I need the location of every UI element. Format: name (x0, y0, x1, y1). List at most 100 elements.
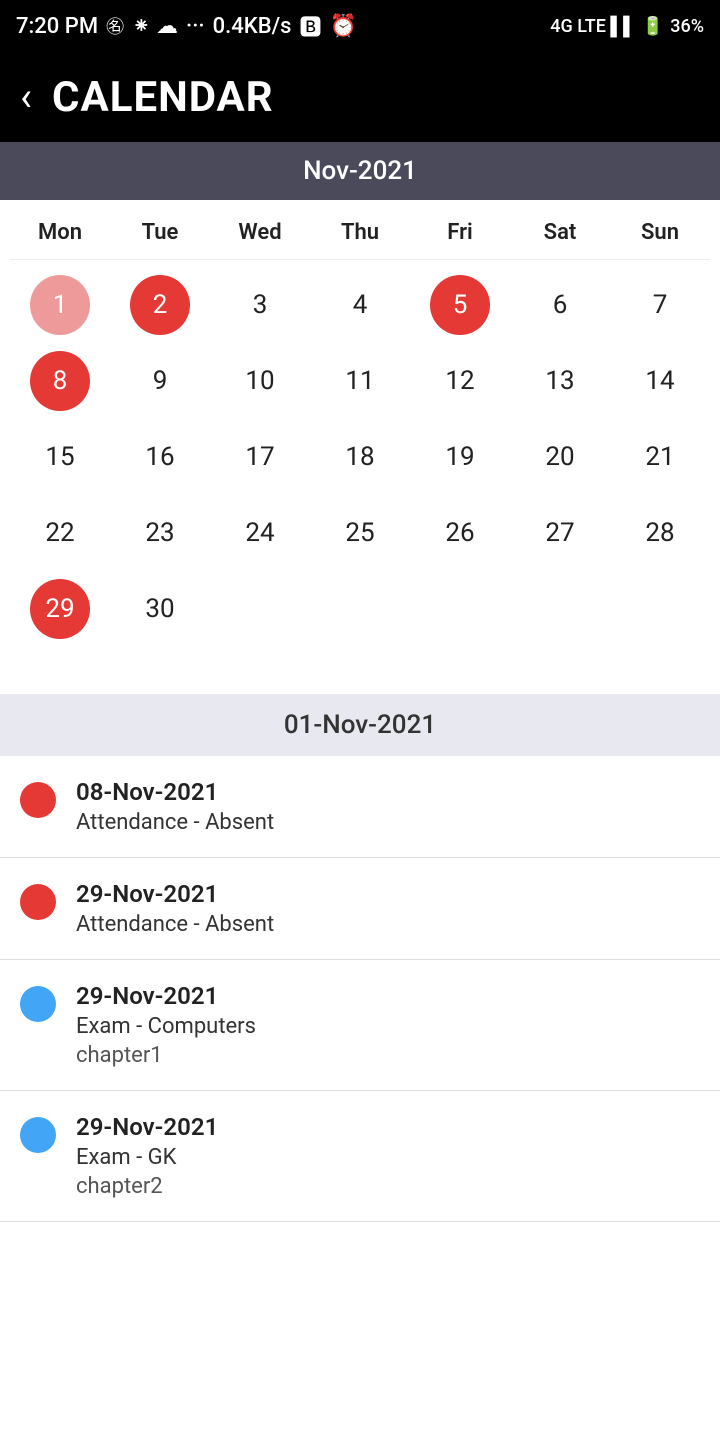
day-number: 12 (430, 351, 490, 411)
day-number: 9 (130, 351, 190, 411)
event-dot (20, 884, 56, 920)
network-icons: 4G LTE ▌▌ (550, 16, 636, 37)
speed-indicator: 0.4KB/s (213, 14, 292, 39)
calendar: MonTueWedThuFriSatSun 123456789101112131… (0, 200, 720, 664)
event-dot (20, 1117, 56, 1153)
status-left: 7:20 PM ㊔ ⁕ ☁ ··· 0.4KB/s 🅱 ⏰ (16, 10, 357, 42)
event-item[interactable]: 08-Nov-2021 Attendance - Absent (0, 756, 720, 858)
calendar-day[interactable]: 1 (10, 270, 110, 340)
calendar-day[interactable]: 7 (610, 270, 710, 340)
weekday-label: Tue (110, 214, 210, 251)
day-number: 14 (630, 351, 690, 411)
event-item[interactable]: 29-Nov-2021 Exam - Computers chapter1 (0, 960, 720, 1091)
event-dot (20, 986, 56, 1022)
calendar-day[interactable]: 26 (410, 498, 510, 568)
page-title: CALENDAR (52, 73, 274, 122)
day-number: 3 (230, 275, 290, 335)
event-content: 29-Nov-2021 Exam - GK chapter2 (76, 1113, 700, 1199)
day-number: 29 (30, 579, 90, 639)
event-item[interactable]: 29-Nov-2021 Attendance - Absent (0, 858, 720, 960)
calendar-day[interactable]: 8 (10, 346, 110, 416)
calendar-day[interactable]: 15 (10, 422, 110, 492)
calendar-day[interactable]: 9 (110, 346, 210, 416)
weekday-label: Sat (510, 214, 610, 251)
day-number: 1 (30, 275, 90, 335)
day-number: 24 (230, 503, 290, 563)
day-number: 25 (330, 503, 390, 563)
day-number: 22 (30, 503, 90, 563)
calendar-day[interactable]: 28 (610, 498, 710, 568)
calendar-day[interactable]: 22 (10, 498, 110, 568)
calendar-day[interactable]: 14 (610, 346, 710, 416)
day-number: 16 (130, 427, 190, 487)
alarm-icon: ⏰ (330, 14, 357, 39)
app-header: ‹ CALENDAR (0, 52, 720, 142)
event-item[interactable]: 29-Nov-2021 Exam - GK chapter2 (0, 1091, 720, 1222)
back-button[interactable]: ‹ (20, 77, 32, 117)
calendar-day[interactable]: 21 (610, 422, 710, 492)
day-number: 19 (430, 427, 490, 487)
signal-icons: ⁕ ☁ (132, 14, 178, 39)
day-number: 30 (130, 579, 190, 639)
events-date-header: 01-Nov-2021 (0, 694, 720, 756)
day-number: 18 (330, 427, 390, 487)
calendar-day[interactable]: 10 (210, 346, 310, 416)
event-dot (20, 782, 56, 818)
day-number: 13 (530, 351, 590, 411)
dots-icon: ··· (186, 14, 205, 39)
calendar-day[interactable]: 23 (110, 498, 210, 568)
event-content: 29-Nov-2021 Attendance - Absent (76, 880, 700, 937)
event-content: 08-Nov-2021 Attendance - Absent (76, 778, 700, 835)
day-number: 21 (630, 427, 690, 487)
calendar-day[interactable]: 27 (510, 498, 610, 568)
day-number: 27 (530, 503, 590, 563)
calendar-day[interactable]: 17 (210, 422, 310, 492)
calendar-day[interactable]: 30 (110, 574, 210, 644)
calendar-weekdays: MonTueWedThuFriSatSun (10, 200, 710, 260)
calendar-day[interactable]: 11 (310, 346, 410, 416)
calendar-day[interactable]: 3 (210, 270, 310, 340)
event-description: Attendance - Absent (76, 912, 700, 937)
day-number: 4 (330, 275, 390, 335)
event-date: 29-Nov-2021 (76, 982, 700, 1010)
event-description: Exam - Computers (76, 1014, 700, 1039)
calendar-day[interactable]: 20 (510, 422, 610, 492)
weekday-label: Thu (310, 214, 410, 251)
month-header: Nov-2021 (0, 142, 720, 200)
calendar-day[interactable]: 16 (110, 422, 210, 492)
calendar-day[interactable]: 12 (410, 346, 510, 416)
battery-icon: 🔋 (642, 16, 664, 37)
calendar-grid: 1234567891011121314151617181920212223242… (10, 260, 710, 644)
calendar-day[interactable]: 29 (10, 574, 110, 644)
battery-percent: 36% (670, 16, 704, 37)
calendar-day[interactable]: 25 (310, 498, 410, 568)
event-date: 08-Nov-2021 (76, 778, 700, 806)
day-number: 10 (230, 351, 290, 411)
status-bar: 7:20 PM ㊔ ⁕ ☁ ··· 0.4KB/s 🅱 ⏰ 4G LTE ▌▌ … (0, 0, 720, 52)
status-time: 7:20 PM (16, 14, 98, 39)
bluetooth-icon: 🅱 (300, 10, 322, 42)
calendar-day[interactable]: 24 (210, 498, 310, 568)
event-description: Exam - GK (76, 1145, 700, 1170)
calendar-day[interactable]: 13 (510, 346, 610, 416)
day-number: 2 (130, 275, 190, 335)
calendar-day[interactable]: 5 (410, 270, 510, 340)
jio-icon: ㊔ (106, 13, 124, 39)
event-date: 29-Nov-2021 (76, 1113, 700, 1141)
day-number: 8 (30, 351, 90, 411)
calendar-day[interactable]: 6 (510, 270, 610, 340)
calendar-day[interactable]: 4 (310, 270, 410, 340)
day-number: 28 (630, 503, 690, 563)
event-subtext: chapter1 (76, 1043, 700, 1068)
event-description: Attendance - Absent (76, 810, 700, 835)
calendar-day[interactable]: 2 (110, 270, 210, 340)
event-subtext: chapter2 (76, 1174, 700, 1199)
calendar-day[interactable]: 18 (310, 422, 410, 492)
weekday-label: Mon (10, 214, 110, 251)
event-content: 29-Nov-2021 Exam - Computers chapter1 (76, 982, 700, 1068)
calendar-day[interactable]: 19 (410, 422, 510, 492)
day-number: 5 (430, 275, 490, 335)
weekday-label: Fri (410, 214, 510, 251)
events-list: 08-Nov-2021Attendance - Absent29-Nov-202… (0, 756, 720, 1222)
event-date: 29-Nov-2021 (76, 880, 700, 908)
